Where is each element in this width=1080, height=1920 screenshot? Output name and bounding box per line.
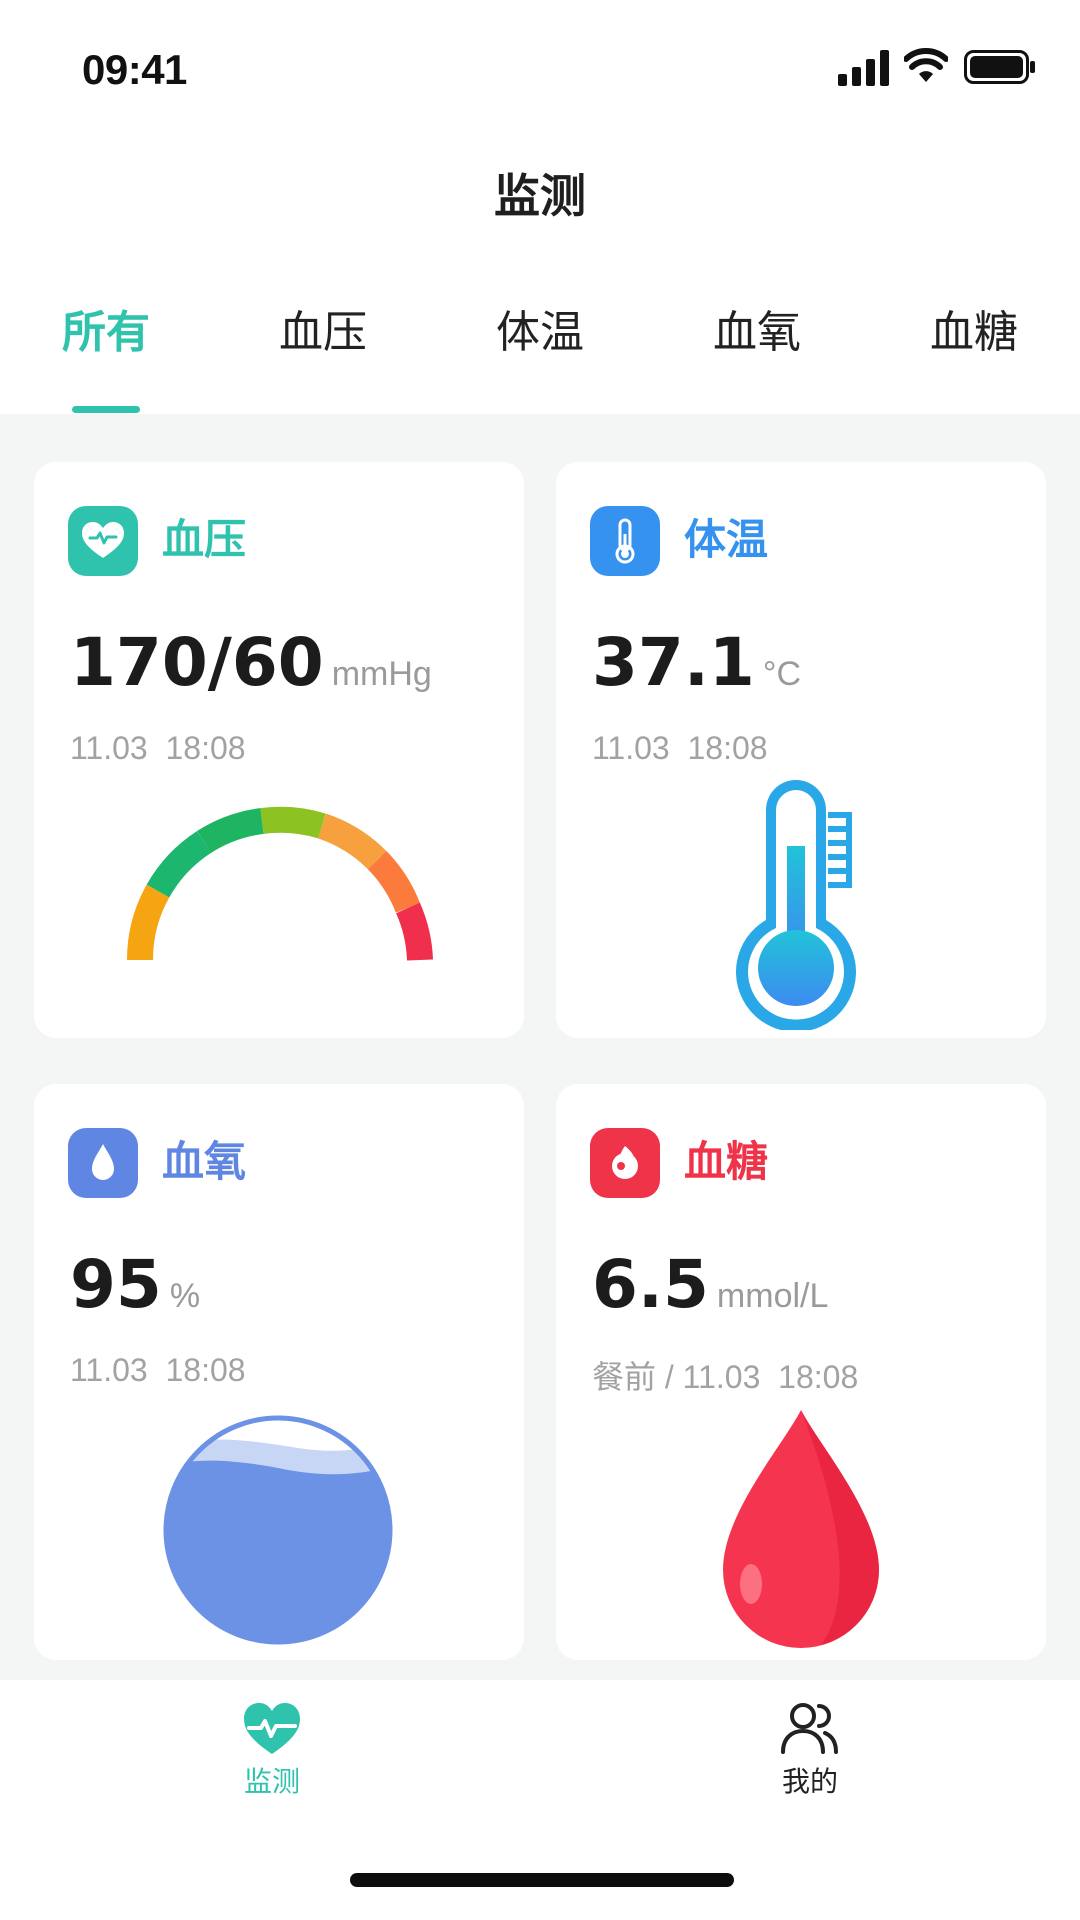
- heart-pulse-icon: [68, 506, 138, 576]
- reading-number: 37.1: [592, 624, 755, 701]
- reading-time: 11.03 18:08: [70, 730, 246, 766]
- reading-value: 170/60 mmHg: [70, 624, 432, 701]
- reading-value: 95%: [70, 1246, 200, 1323]
- card-title: 血压: [162, 515, 247, 564]
- reading-time: 11.03 18:08: [592, 730, 768, 766]
- card-header: 血氧: [68, 1128, 488, 1198]
- blood-pressure-card[interactable]: 血压 170/60 mmHg 11.03 18:08: [34, 462, 524, 1038]
- blood-drop-illustration: [723, 1410, 879, 1648]
- thermometer-icon: [590, 506, 660, 576]
- card-title: 体温: [684, 515, 769, 564]
- oxygen-level-sphere: [163, 1415, 393, 1645]
- reading-unit: °C: [762, 655, 801, 693]
- status-bar: 09:41: [0, 0, 1080, 140]
- reading-unit: %: [169, 1277, 201, 1315]
- card-header: 血压: [68, 506, 488, 576]
- active-tab-indicator: [72, 406, 140, 413]
- blood-drop-icon: [590, 1128, 660, 1198]
- status-icons: [838, 46, 1038, 86]
- signal-icon: [838, 50, 889, 86]
- reading-value: 37.1 °C: [592, 624, 801, 701]
- battery-icon: [964, 50, 1035, 84]
- metrics-grid: 血压 170/60 mmHg 11.03 18:08 体温 37.1 °C 11…: [0, 414, 1080, 1680]
- tabbar-item-profile[interactable]: 我的: [720, 1700, 900, 1820]
- blood-pressure-gauge: [126, 806, 433, 961]
- card-title: 血氧: [162, 1137, 247, 1186]
- blood-oxygen-card[interactable]: 血氧 95% 11.03 18:08: [34, 1084, 524, 1660]
- temperature-card[interactable]: 体温 37.1 °C 11.03 18:08: [556, 462, 1046, 1038]
- tab-blood-pressure[interactable]: 血压: [243, 298, 403, 398]
- tab-blood-sugar[interactable]: 血糖: [894, 298, 1054, 398]
- tabbar-item-monitor[interactable]: 监测: [182, 1700, 362, 1820]
- tab-blood-oxygen[interactable]: 血氧: [677, 298, 837, 398]
- reading-value: 6.5 mmol/L: [592, 1246, 828, 1323]
- tabbar-label: 监测: [243, 1765, 300, 1798]
- users-icon: [781, 1703, 838, 1754]
- card-header: 血糖: [590, 1128, 1010, 1198]
- reading-unit: mmHg: [331, 655, 432, 693]
- blood-sugar-card[interactable]: 血糖 6.5 mmol/L 餐前 / 11.03 18:08: [556, 1084, 1046, 1660]
- thermometer-illustration: [736, 780, 856, 1030]
- reading-time: 餐前 / 11.03 18:08: [592, 1359, 859, 1395]
- category-tabs: 所有 血压 体温 血氧 血糖: [0, 298, 1080, 414]
- tab-all[interactable]: 所有: [26, 298, 186, 398]
- card-header: 体温: [590, 506, 1010, 576]
- reading-number: 6.5: [592, 1246, 709, 1323]
- wifi-icon: [904, 48, 948, 82]
- reading-number: 95: [70, 1246, 162, 1323]
- tabbar-label: 我的: [781, 1765, 838, 1798]
- status-time: 09:41: [82, 46, 187, 93]
- page-title: 监测: [494, 169, 586, 223]
- reading-unit: mmol/L: [716, 1277, 829, 1315]
- tab-temperature[interactable]: 体温: [460, 298, 620, 398]
- home-indicator: [350, 1873, 734, 1887]
- card-title: 血糖: [684, 1137, 769, 1186]
- heart-pulse-icon: [244, 1703, 300, 1754]
- reading-time: 11.03 18:08: [70, 1352, 246, 1388]
- water-drop-icon: [68, 1128, 138, 1198]
- reading-number: 170/60: [70, 624, 324, 701]
